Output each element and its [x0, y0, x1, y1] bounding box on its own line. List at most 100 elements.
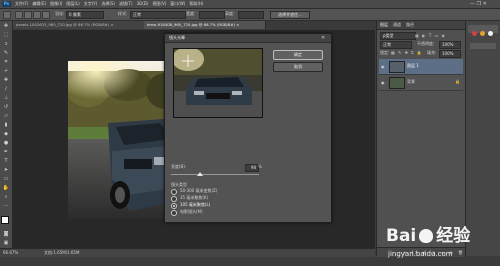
menu-layer[interactable]: 图层(L) [66, 1, 79, 7]
quick-mask-icon[interactable]: ◙ [2, 231, 10, 238]
close-icon[interactable]: ✕ [321, 35, 325, 41]
menu-file[interactable]: 文件(F) [15, 1, 28, 7]
tab-channels[interactable]: 通道 [393, 22, 401, 28]
zoom-level[interactable]: 66.67% [3, 250, 18, 256]
move-tool-icon[interactable]: ✥ [2, 23, 10, 30]
layer-thumbnail [389, 61, 405, 73]
swatch-white-icon[interactable] [488, 31, 493, 36]
fill-label: 填充: [427, 50, 437, 55]
brightness-slider-thumb[interactable] [196, 172, 203, 176]
lens-option-radio-4[interactable] [171, 210, 177, 216]
opacity-label: 不透明度: [417, 41, 435, 46]
foreground-color-swatch[interactable] [1, 216, 9, 224]
select-and-mask-button[interactable]: 选择并遮住... [270, 11, 310, 19]
lens-type-group: 50-300 毫米变焦(Z) 35 毫米聚焦(K) 105 毫米聚焦(L) 电影… [171, 188, 271, 217]
document-tabs: pexels-1042633_960_720.jpg @ 66.7% (RGB/… [13, 21, 375, 29]
layer-row-background[interactable]: ◉ 背景 🔒 [379, 75, 463, 91]
screen-mode-icon[interactable]: ▣ [2, 240, 10, 247]
subtract-selection-icon[interactable] [33, 11, 41, 19]
dialog-title: 镜头光晕 [169, 35, 185, 40]
menu-window[interactable]: 窗口(W) [170, 1, 185, 7]
marquee-preset-icon[interactable] [3, 11, 11, 19]
layer-name[interactable]: 背景 [407, 79, 415, 85]
add-selection-icon[interactable] [24, 11, 32, 19]
lens-option-label-2[interactable]: 35 毫米聚焦(K) [180, 195, 208, 201]
hand-tool-icon[interactable]: ✋ [2, 185, 10, 192]
width-field[interactable] [199, 11, 225, 19]
swatch-red-icon[interactable] [472, 31, 477, 36]
tab-layers[interactable]: 图层 [380, 22, 388, 28]
more-tools-icon[interactable]: ⋯ [2, 203, 10, 210]
flare-preview[interactable] [173, 48, 263, 118]
menu-help[interactable]: 帮助(H) [189, 1, 203, 7]
height-field[interactable] [238, 11, 264, 19]
menu-filter[interactable]: 滤镜(T) [119, 1, 133, 7]
brightness-slider-track[interactable] [171, 174, 259, 175]
lens-option-radio-2[interactable] [171, 196, 177, 202]
menu-edit[interactable]: 编辑(E) [32, 1, 46, 7]
intersect-selection-icon[interactable] [42, 11, 50, 19]
menu-type[interactable]: 文字(Y) [84, 1, 98, 7]
brightness-field[interactable]: 98 [245, 164, 259, 172]
lens-option-label-3[interactable]: 105 毫米聚焦(L) [180, 202, 210, 208]
feather-field[interactable]: 0 像素 [66, 11, 104, 19]
healing-tool-icon[interactable]: ✚ [2, 77, 10, 84]
new-selection-icon[interactable] [15, 11, 23, 19]
watermark-brand-bai: Bai [386, 226, 417, 246]
tools-panel: ✥ ⬚ ↄ ✎ ⌗ ⌿ ✚ ∕ ⊥ ↺ ▱ ▮ ◆ ● ✒ T ➤ ▭ ✋ ⌕ … [0, 21, 13, 256]
lens-option-label-4[interactable]: 电影镜头(M) [180, 209, 203, 215]
height-label: 高度: [225, 11, 235, 16]
quick-select-tool-icon[interactable]: ✎ [2, 50, 10, 57]
eyedropper-tool-icon[interactable]: ⌿ [2, 68, 10, 75]
opacity-field[interactable]: 100% [439, 41, 461, 49]
visibility-eye-icon[interactable]: ◉ [381, 80, 385, 85]
menu-bar: Ps 文件(F) 编辑(E) 图像(I) 图层(L) 文字(Y) 选择(S) 滤… [0, 0, 500, 9]
flare-preview-image [174, 49, 262, 117]
layer-name[interactable]: 图层 1 [407, 63, 419, 69]
lens-option-radio-3[interactable] [171, 203, 177, 209]
path-select-tool-icon[interactable]: ➤ [2, 167, 10, 174]
menu-view[interactable]: 视图(V) [152, 1, 166, 7]
type-tool-icon[interactable]: T [2, 158, 10, 165]
lens-option-radio-1[interactable] [171, 189, 177, 195]
gradient-tool-icon[interactable]: ▮ [2, 122, 10, 129]
layer-row-layer1[interactable]: ◉ 图层 1 [379, 59, 463, 75]
history-brush-tool-icon[interactable]: ↺ [2, 104, 10, 111]
menu-image[interactable]: 图像(I) [50, 1, 62, 7]
tab-document-2[interactable]: bmw-918408_960_720.jpg @ 66.7% (RGB/8#) … [144, 21, 266, 29]
marquee-tool-icon[interactable]: ⬚ [2, 32, 10, 39]
menu-select[interactable]: 选择(S) [101, 1, 115, 7]
lens-option-label-1[interactable]: 50-300 毫米变焦(Z) [180, 188, 217, 194]
brush-tool-icon[interactable]: ∕ [2, 86, 10, 93]
tab-document-1[interactable]: pexels-1042633_960_720.jpg @ 66.7% (RGB/… [13, 21, 147, 29]
options-bar: 羽化: 0 像素 样式: 正常 宽度: 高度: 选择并遮住... [0, 9, 500, 21]
layers-panel: 图层 通道 路径 ρ类型 ▦ ◐ T ▭ ◈ 正常 不透明度: 100% 锁定:… [376, 21, 465, 257]
layer-kind-filter[interactable]: ρ类型 [380, 32, 416, 40]
blur-tool-icon[interactable]: ◆ [2, 131, 10, 138]
baidu-jingyan-watermark: Bai 经验 jingyan.baidu.com [386, 224, 496, 264]
lock-label: 锁定: [380, 50, 390, 55]
ok-button[interactable]: 确定 [273, 50, 323, 60]
brightness-label: 亮度(B): [171, 164, 187, 169]
adjustments-panel-icon[interactable] [470, 43, 496, 49]
swatch-orange-icon[interactable] [480, 31, 485, 36]
clone-stamp-tool-icon[interactable]: ⊥ [2, 95, 10, 102]
pen-tool-icon[interactable]: ✒ [2, 149, 10, 156]
window-controls[interactable]: — ❐ ✕ [470, 1, 487, 7]
shape-tool-icon[interactable]: ▭ [2, 176, 10, 183]
filter-icons[interactable]: ▦ ◐ T ▭ ◈ [415, 33, 446, 38]
dodge-tool-icon[interactable]: ● [2, 140, 10, 147]
lock-icons[interactable]: ▦ ✎ ✥ ⌗ 🔒 [391, 50, 423, 56]
visibility-eye-icon[interactable]: ◉ [381, 64, 385, 69]
blend-mode-select[interactable]: 正常 [380, 41, 412, 49]
eraser-tool-icon[interactable]: ▱ [2, 113, 10, 120]
style-select[interactable]: 正常 [130, 11, 186, 19]
dialog-title-bar[interactable]: 镜头光晕 ✕ [165, 34, 331, 43]
lasso-tool-icon[interactable]: ↄ [2, 41, 10, 48]
zoom-tool-icon[interactable]: ⌕ [2, 194, 10, 201]
crop-tool-icon[interactable]: ⌗ [2, 59, 10, 66]
fill-field[interactable]: 100% [439, 50, 461, 58]
tab-paths[interactable]: 路径 [406, 22, 414, 28]
cancel-button[interactable]: 取消 [273, 62, 323, 72]
menu-3d[interactable]: 3D(D) [137, 1, 149, 7]
